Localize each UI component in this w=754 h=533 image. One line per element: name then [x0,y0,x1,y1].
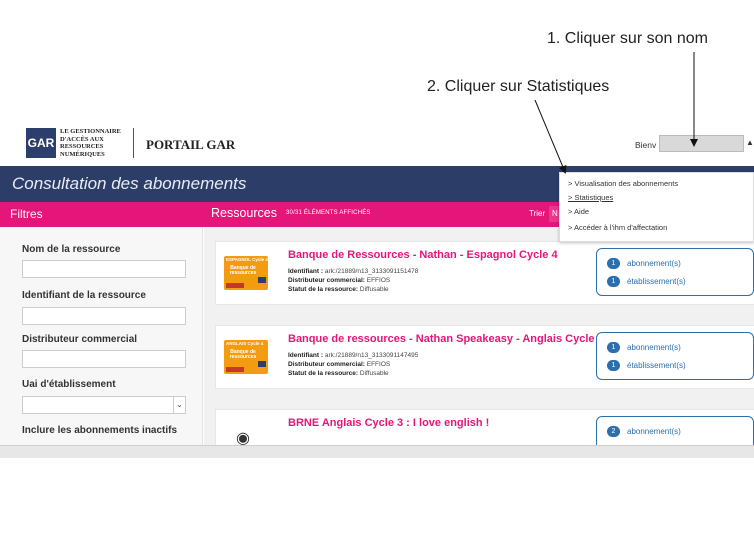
resource-identifier: Identifiant : ark:/21889/n13_31330911474… [288,352,418,359]
subscriptions-label: abonnement(s) [627,259,681,268]
gar-badge [258,361,266,367]
resources-list: ESPAGNOL Cycle 4 Banque de ressources Ba… [204,227,754,458]
gar-logo-line: LE GESTIONNAIRE [60,128,121,135]
status-value: Diffusable [359,286,389,293]
caret-up-icon[interactable]: ▲ [746,138,754,147]
logo-divider [133,128,134,158]
establishments-count: 1 [607,276,620,287]
resource-title[interactable]: Banque de ressources - Nathan Speakeasy … [288,333,604,345]
establishments-label: établissement(s) [627,361,686,370]
resource-thumbnail: ANGLAIS Cycle 4 Banque de ressources [224,340,268,374]
resource-thumbnail: ESPAGNOL Cycle 4 Banque de ressources [224,256,268,290]
subscriptions-count: 1 [607,342,620,353]
resource-name-input[interactable] [22,260,186,278]
resource-stats: 1 abonnement(s) 1 établissement(s) [596,332,754,380]
resource-identifier: Identifiant : ark:/21889/n13_31330911514… [288,268,418,275]
portal-title: PORTAIL GAR [146,137,236,152]
establishments-stat[interactable]: 1 établissement(s) [607,360,686,371]
resources-heading: Ressources [211,206,277,220]
menu-item-assignment[interactable]: > Accéder à l'ihm d'affectation [568,223,667,232]
status-value: Diffusable [359,370,389,377]
user-menu: > Visualisation des abonnements > Statis… [559,172,754,242]
gar-logo-caption: LE GESTIONNAIRE D'ACCÈS AUX RESSOURCES N… [60,128,132,158]
resource-status: Statut de la ressource: Diffusable [288,370,389,377]
resource-id-label: Identifiant de la ressource [22,290,146,301]
establishments-label: établissement(s) [627,277,686,286]
distributor-value: EFFIOS [366,361,391,368]
thumbnail-subject: ESPAGNOL Cycle 4 [226,257,268,262]
uai-label: Uai d'établissement [22,379,116,390]
subscriptions-stat[interactable]: 2 abonnement(s) [607,426,681,437]
footer-bar [0,445,754,458]
annotation-step-1: 1. Cliquer sur son nom [547,30,708,47]
distributor-value: EFFIOS [366,277,391,284]
nathan-logo [226,367,244,372]
top-bar: GAR LE GESTIONNAIRE D'ACCÈS AUX RESSOURC… [0,120,754,166]
app-screenshot: GAR LE GESTIONNAIRE D'ACCÈS AUX RESSOURC… [0,120,754,458]
gar-logo: GAR [26,128,56,158]
distributor-label: Distributeur commercial: [288,361,365,368]
filters-sidebar: Nom de la ressource Identifiant de la re… [0,227,203,458]
subscriptions-label: abonnement(s) [627,427,681,436]
include-inactive-label: Inclure les abonnements inactifs [22,425,178,436]
subscriptions-count: 2 [607,426,620,437]
resource-title[interactable]: Banque de Ressources - Nathan - Espagnol… [288,249,558,261]
subscriptions-count: 1 [607,258,620,269]
status-label: Statut de la ressource: [288,286,359,293]
subscriptions-label: abonnement(s) [627,343,681,352]
distributor-label: Distributeur commercial [22,334,138,345]
resource-status: Statut de la ressource: Diffusable [288,286,389,293]
identifier-value: ark:/21889/n13_3133091151478 [324,268,419,275]
nathan-logo [226,283,244,288]
thumbnail-subject: ANGLAIS Cycle 4 [226,341,264,346]
menu-item-help[interactable]: > Aide [568,207,589,216]
resource-distributor: Distributeur commercial: EFFIOS [288,361,390,368]
resource-card: ANGLAIS Cycle 4 Banque de ressources Ban… [215,325,754,389]
distributor-input[interactable] [22,350,186,368]
gar-logo-line: NUMÉRIQUES [60,150,105,158]
resource-id-input[interactable] [22,307,186,325]
identifier-value: ark:/21889/n13_3133091147495 [324,352,419,359]
uai-select[interactable]: ⌄ [22,396,186,414]
annotation-step-2: 2. Cliquer sur Statistiques [427,78,610,95]
chevron-down-icon: ⌄ [173,397,185,413]
gar-logo-line: D'ACCÈS AUX [60,135,104,143]
user-name-button[interactable] [659,135,744,152]
gar-badge [258,277,266,283]
subscriptions-stat[interactable]: 1 abonnement(s) [607,342,681,353]
establishments-stat[interactable]: 1 établissement(s) [607,276,686,287]
resource-card: ESPAGNOL Cycle 4 Banque de ressources Ba… [215,241,754,305]
gar-logo-line: RESSOURCES [60,143,104,150]
sort-label: Trier [529,209,546,218]
menu-item-subscriptions[interactable]: > Visualisation des abonnements [568,179,678,188]
status-label: Statut de la ressource: [288,370,359,377]
resource-title[interactable]: BRNE Anglais Cycle 3 : I love english ! [288,417,489,429]
thumbnail-title: Banque de ressources [229,349,257,360]
resource-distributor: Distributeur commercial: EFFIOS [288,277,390,284]
page-title: Consultation des abonnements [12,174,247,193]
subscriptions-stat[interactable]: 1 abonnement(s) [607,258,681,269]
distributor-label: Distributeur commercial: [288,277,365,284]
welcome-text: Bienv [635,140,657,150]
identifier-label: Identifiant : [288,268,324,275]
establishments-count: 1 [607,360,620,371]
menu-item-statistics[interactable]: > Statistiques [568,193,613,202]
resource-stats: 1 abonnement(s) 1 établissement(s) [596,248,754,296]
resource-name-label: Nom de la ressource [22,244,121,255]
thumbnail-title: Banque de ressources [229,265,257,276]
filters-heading: Filtres [10,207,43,221]
sort-select-value: N [552,209,558,218]
identifier-label: Identifiant : [288,352,324,359]
results-count: 30/31 ÉLÉMENTS AFFICHÉS [286,210,371,216]
